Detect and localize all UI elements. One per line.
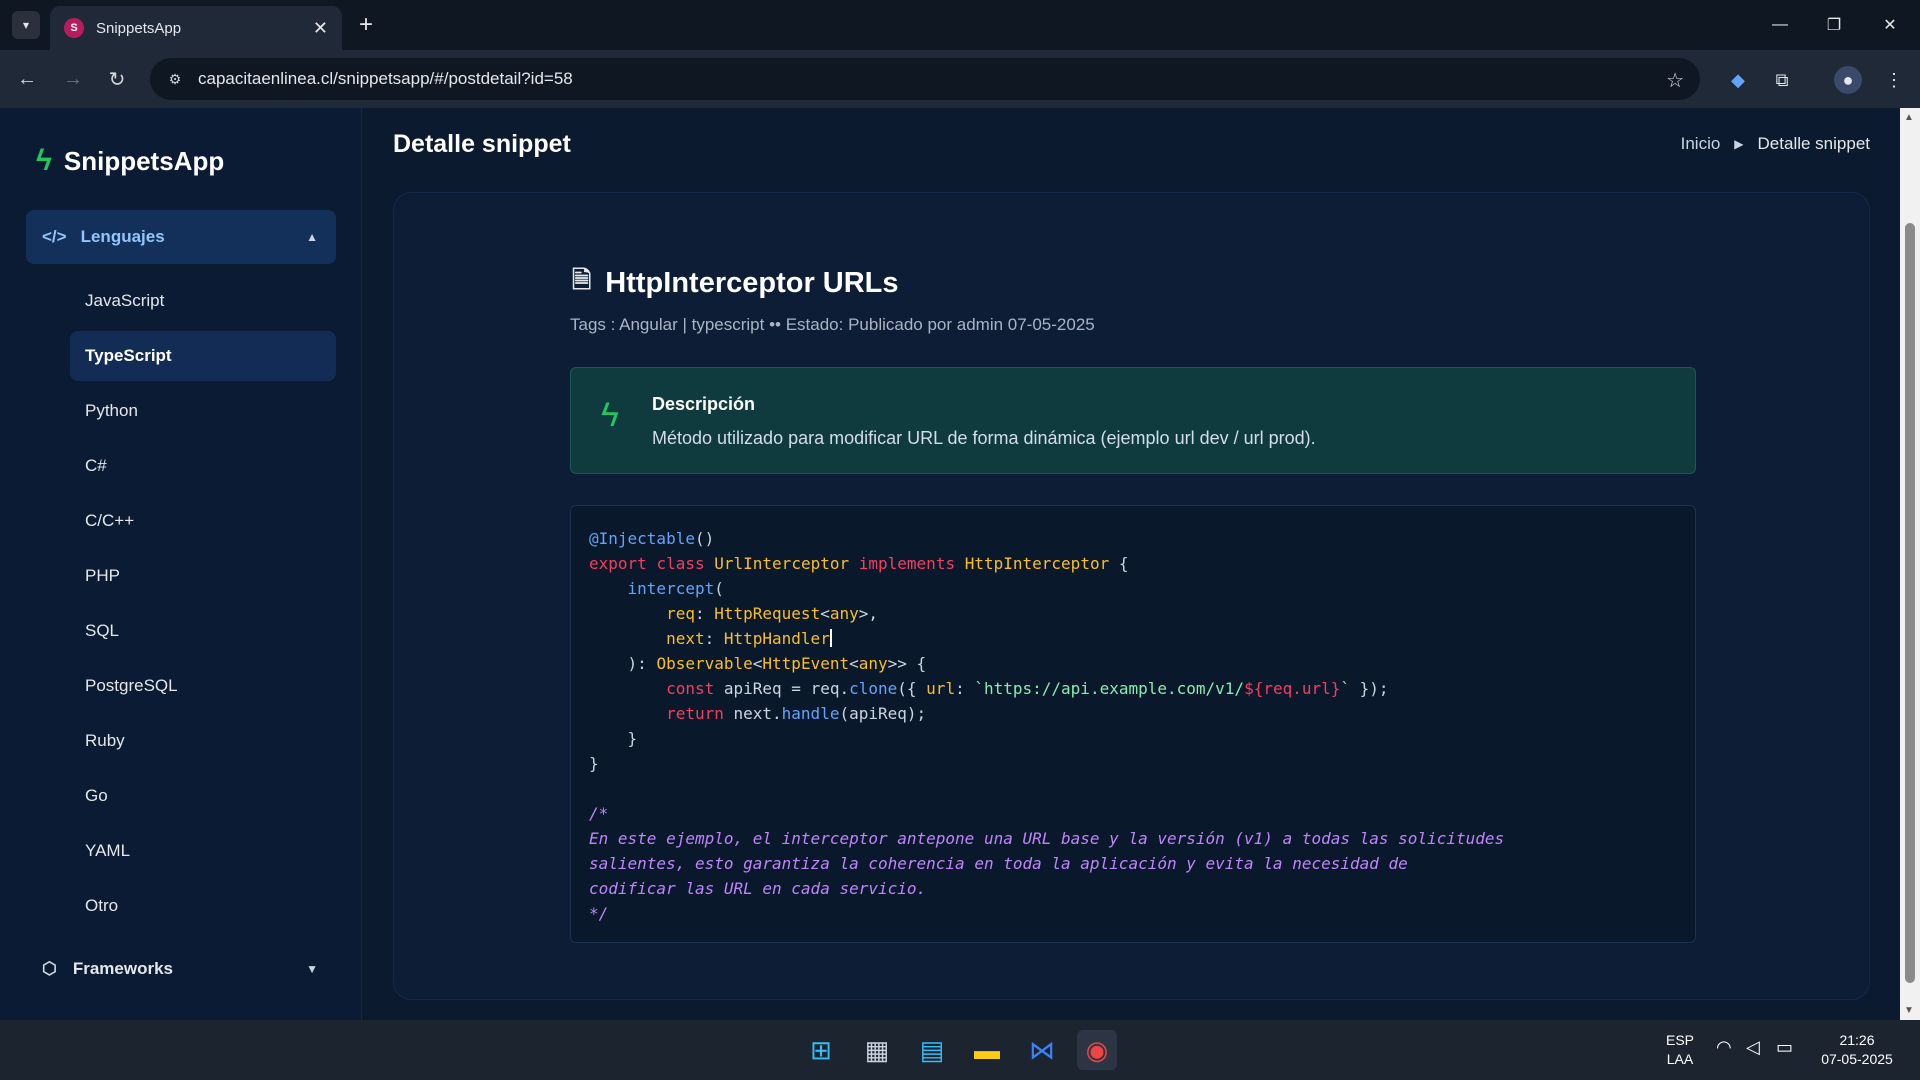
sidebar-item-php[interactable]: PHP [70, 551, 336, 601]
file-explorer-icon[interactable]: ▬ [967, 1030, 1007, 1070]
app-favicon-icon: S [64, 18, 84, 38]
back-arrow-icon[interactable]: ← [12, 64, 42, 94]
sidebar-item-cpp[interactable]: C/C++ [70, 496, 336, 546]
tab-title: SnippetsApp [96, 19, 182, 37]
windows-start-icon[interactable]: ⊞ [801, 1030, 841, 1070]
sidebar-item-javascript[interactable]: JavaScript [70, 276, 336, 326]
extensions-puzzle-icon[interactable]: ⧉ [1768, 66, 1796, 94]
minimize-icon[interactable]: — [1760, 10, 1800, 40]
sidebar-item-postgresql[interactable]: PostgreSQL [70, 661, 336, 711]
sidebar-item-yaml[interactable]: YAML [70, 826, 336, 876]
brand-name: SnippetsApp [63, 145, 225, 176]
volume-icon[interactable]: ◁ [1746, 1038, 1760, 1057]
description-text: Método utilizado para modificar URL de f… [652, 428, 1316, 448]
cube-icon: ⬡ [42, 959, 57, 978]
chevron-down-icon: ▼ [306, 962, 318, 976]
url-text[interactable]: capacitaenlinea.cl/snippetsapp/#/postdet… [198, 69, 573, 89]
snippet-card: 🗎 HttpInterceptor URLs Tags : Angular | … [393, 192, 1870, 1000]
input-language[interactable]: ESP LAA [1660, 1031, 1700, 1069]
frameworks-label: Frameworks [72, 959, 174, 978]
profile-avatar-icon[interactable]: ● [1834, 66, 1862, 94]
chrome-icon[interactable]: ◉ [1077, 1030, 1117, 1070]
breadcrumb: Inicio ▶ Detalle snippet [1681, 134, 1870, 154]
scroll-up-icon[interactable]: ▲ [1904, 112, 1914, 123]
chevron-up-icon: ▲ [306, 230, 318, 244]
reload-icon[interactable]: ↻ [102, 64, 132, 94]
code-content[interactable]: @Injectable() export class UrlIntercepto… [589, 526, 1677, 926]
restore-icon[interactable]: ❐ [1814, 10, 1854, 40]
battery-icon[interactable]: ▭ [1776, 1038, 1793, 1057]
forward-arrow-icon[interactable]: → [58, 64, 88, 94]
tab-list-chevron-icon[interactable]: ▾ [12, 11, 40, 39]
post-title-text: HttpInterceptor URLs [605, 267, 899, 299]
scroll-down-icon[interactable]: ▼ [1904, 1005, 1914, 1016]
page-title: Detalle snippet [393, 130, 571, 158]
taskbar [0, 1020, 1920, 1080]
sidebar-item-csharp[interactable]: C# [70, 441, 336, 491]
sidebar: ϟ SnippetsApp </> Lenguajes ▲ JavaScript… [0, 108, 362, 1020]
bolt-icon: ϟ [601, 396, 619, 434]
sidebar-item-otro[interactable]: Otro [70, 881, 336, 931]
code-icon: </> [42, 227, 67, 246]
bolt-logo-icon: ϟ [36, 144, 52, 177]
breadcrumb-current: Detalle snippet [1757, 134, 1870, 153]
lang-bottom: LAA [1666, 1051, 1694, 1067]
tab-close-icon[interactable]: ✕ [313, 18, 328, 39]
vscode-icon[interactable]: ⋈ [1022, 1030, 1062, 1070]
window-close-icon[interactable]: ✕ [1870, 10, 1910, 40]
chevron-right-icon: ▶ [1734, 137, 1744, 151]
sidebar-item-python[interactable]: Python [70, 386, 336, 436]
post-title: 🗎 HttpInterceptor URLs [572, 263, 899, 304]
clock-date: 07-05-2025 [1821, 1051, 1893, 1067]
sidebar-item-typescript[interactable]: TypeScript [70, 331, 336, 381]
clock[interactable]: 21:26 07-05-2025 [1812, 1031, 1902, 1069]
calculator-icon[interactable]: ▦ [857, 1030, 897, 1070]
sidebar-item-go[interactable]: Go [70, 771, 336, 821]
brand[interactable]: ϟ SnippetsApp [36, 144, 224, 178]
bookmark-star-icon[interactable]: ☆ [1666, 68, 1684, 93]
page-scrollbar[interactable]: ▲ ▼ [1900, 108, 1920, 1020]
main-content: Detalle snippet Inicio ▶ Detalle snippet… [363, 108, 1900, 1020]
menu-group-lenguajes[interactable]: </> Lenguajes ▲ [26, 210, 336, 264]
scrollbar-thumb[interactable] [1905, 223, 1915, 983]
browser-tab[interactable]: S SnippetsApp ✕ [50, 6, 342, 50]
breadcrumb-home[interactable]: Inicio [1681, 134, 1721, 154]
menu-group-frameworks[interactable]: ⬡ Frameworks ▼ [26, 944, 336, 994]
document-icon: 🗎 [572, 267, 592, 294]
site-settings-icon[interactable]: ⚙ [164, 68, 186, 90]
browser-menu-icon[interactable]: ⋮ [1880, 66, 1908, 94]
clock-time: 21:26 [1839, 1032, 1875, 1048]
description-title: Descripción [652, 394, 756, 414]
menu-group-label: Lenguajes [80, 227, 165, 246]
sidebar-item-sql[interactable]: SQL [70, 606, 336, 656]
description-box: ϟ Descripción Método utilizado para modi… [570, 367, 1696, 474]
address-bar[interactable]: ⚙ capacitaenlinea.cl/snippetsapp/#/postd… [150, 58, 1700, 100]
new-tab-plus-icon[interactable]: + [352, 11, 380, 39]
notepad-icon[interactable]: ▤ [912, 1030, 952, 1070]
extension-icon[interactable]: ◆ [1724, 66, 1752, 94]
wifi-icon[interactable]: ◠ [1716, 1038, 1732, 1057]
code-block[interactable]: @Injectable() export class UrlIntercepto… [570, 505, 1696, 943]
sidebar-item-ruby[interactable]: Ruby [70, 716, 336, 766]
post-meta: Tags : Angular | typescript •• Estado: P… [570, 315, 1095, 334]
lang-top: ESP [1665, 1032, 1694, 1048]
